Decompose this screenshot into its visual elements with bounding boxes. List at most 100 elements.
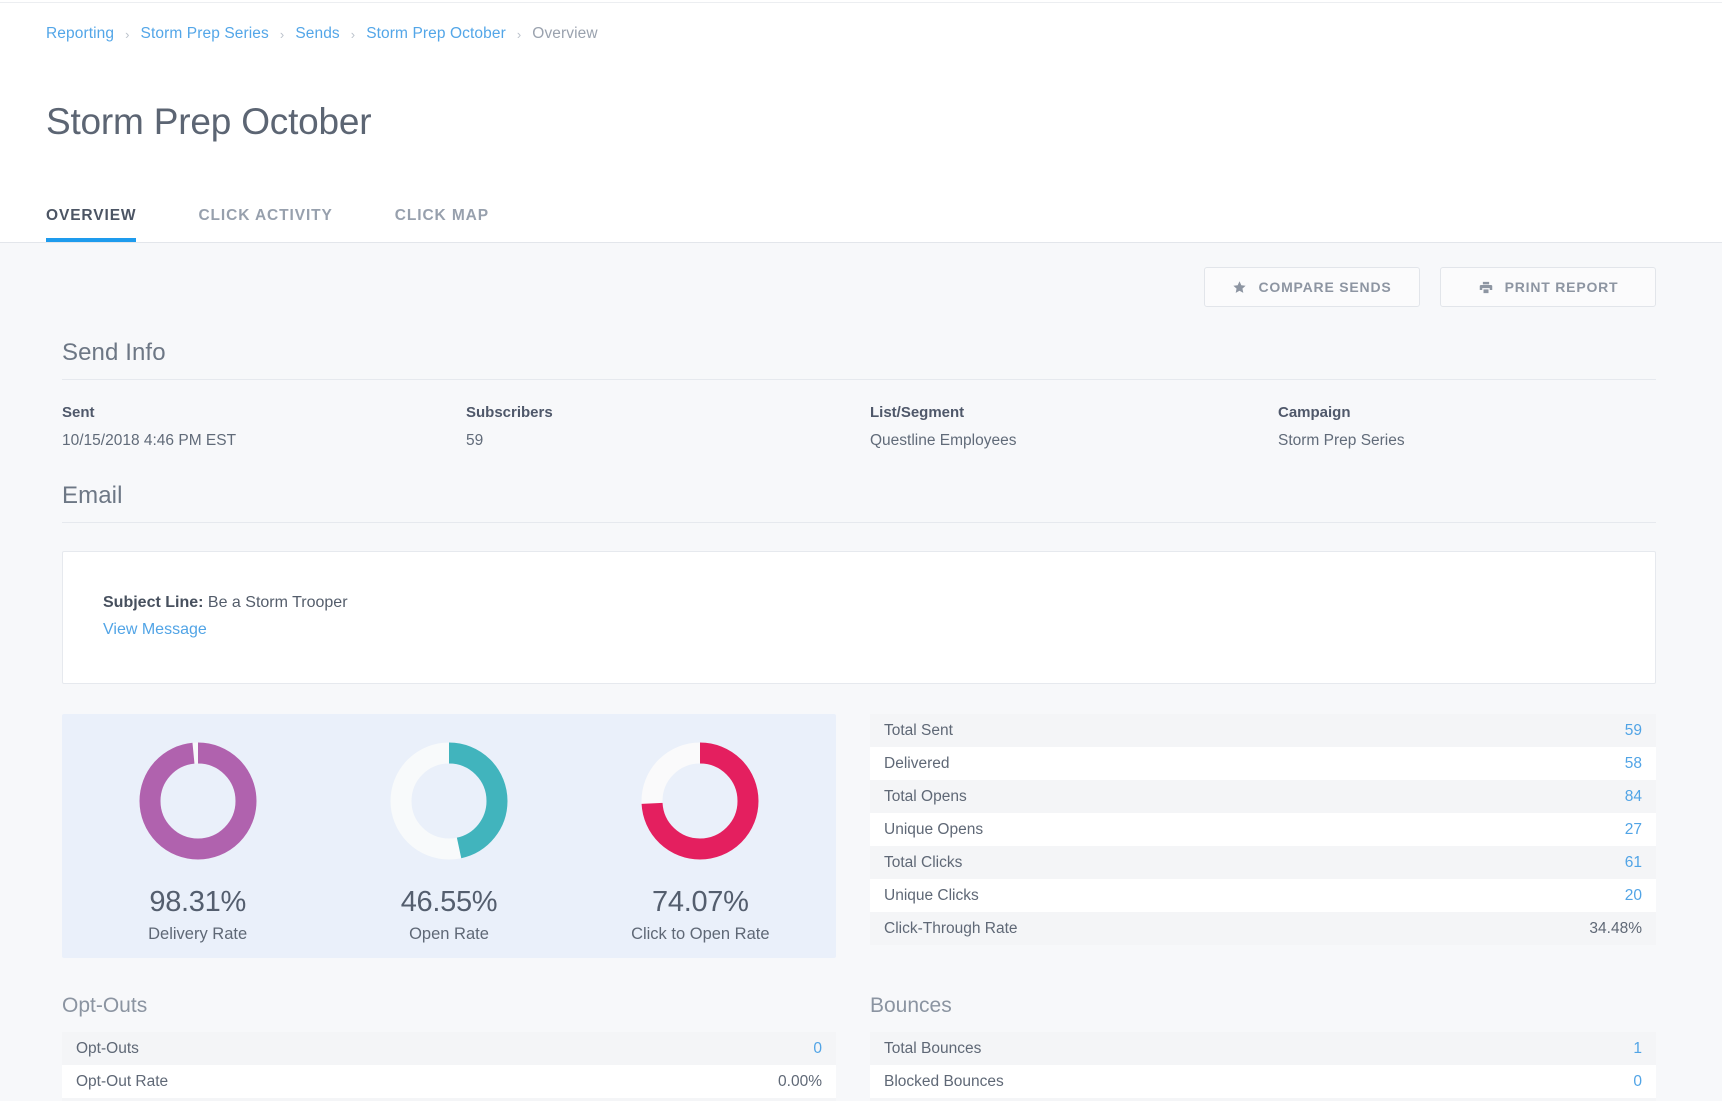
opt-outs-section: Opt-Outs Opt-Outs0Opt-Out Rate0.00%Spam … [62, 994, 836, 1101]
subject-line-value: Be a Storm Trooper [207, 594, 348, 612]
opt-outs-table: Opt-Outs0Opt-Out Rate0.00%Spam Complaint… [62, 1032, 836, 1101]
content-section: Send Info Sent 10/15/2018 4:46 PM EST Subs… [0, 307, 1722, 1101]
stats-row: Total Clicks 61 [870, 846, 1656, 880]
star-icon [1232, 280, 1247, 295]
bounces-row: Blocked Bounces 0 [870, 1065, 1656, 1099]
send-info-field: Subscribers 59 [466, 404, 870, 450]
breadcrumb: Reporting › Storm Prep Series › Sends › Storm … [0, 3, 1722, 43]
bounces-heading: Bounces [870, 994, 952, 1018]
stats-row: Delivered 58 [870, 747, 1656, 781]
stat-value[interactable]: 59 [1394, 714, 1656, 747]
email-card: Subject Line: Be a Storm Trooper View Me… [62, 551, 1656, 685]
send-info-value: Storm Prep Series [1278, 432, 1405, 450]
print-report-button[interactable]: PRINT REPORT [1440, 267, 1656, 308]
breadcrumb-item-storm-prep-october[interactable]: Storm Prep October [366, 25, 506, 43]
stat-value: 0.00% [778, 1072, 822, 1090]
tab-overview[interactable]: OVERVIEW [46, 207, 137, 243]
stat-label: Blocked Bounces [884, 1072, 1004, 1090]
tab-click-activity[interactable]: CLICK ACTIVITY [198, 207, 332, 242]
send-info-value: Questline Employees [870, 432, 1017, 450]
stat-label: Total Clicks [884, 853, 963, 871]
bounces-table: Total Bounces1Blocked Bounces0Hard Bounc… [870, 1032, 1656, 1101]
breadcrumb-separator: › [125, 26, 130, 42]
stat-value[interactable]: 0 [1500, 1065, 1656, 1098]
stat-value[interactable]: 58 [1394, 747, 1656, 780]
stat-label: Click-Through Rate [884, 919, 1018, 937]
subject-line-label: Subject Line: [103, 594, 204, 612]
breadcrumb-item-overview: Overview [532, 25, 598, 42]
donut-label: Open Rate [409, 924, 489, 943]
stats-row: Click-Through Rate 34.48% [870, 912, 1656, 946]
bounces-section: Bounces Total Bounces1Blocked Bounces0Ha… [870, 994, 1656, 1101]
stat-label: Opt-Outs [76, 1039, 139, 1057]
subject-line: Subject Line: Be a Storm Trooper [103, 594, 1615, 612]
stat-value[interactable]: 61 [1394, 846, 1656, 879]
view-message-link[interactable]: View Message [103, 621, 207, 639]
donut-value: 74.07% [652, 885, 749, 918]
send-info-field: Campaign Storm Prep Series [1278, 404, 1656, 450]
tab-click-map[interactable]: CLICK MAP [395, 207, 489, 242]
report-page: Reporting › Storm Prep Series › Sends › Storm … [0, 0, 1722, 1101]
send-info-label: Subscribers [466, 404, 553, 422]
send-info-value: 59 [466, 432, 484, 450]
stat-label: Delivered [884, 754, 950, 772]
stat-value[interactable]: 20 [1394, 879, 1656, 912]
page-body: COMPARE SENDS PRINT REPORT Send Info Sen… [0, 243, 1722, 1101]
bottom-row: Opt-Outs Opt-Outs0Opt-Out Rate0.00%Spam … [62, 994, 1656, 1101]
send-info-label: List/Segment [870, 404, 965, 422]
stats-row: Unique Clicks 20 [870, 879, 1656, 913]
donut-chart-panel: 98.31% Delivery Rate 46.55% Open Rate 74.07%… [62, 714, 836, 959]
breadcrumb-separator: › [350, 26, 356, 42]
stats-row: Unique Opens 27 [870, 813, 1656, 847]
donut-label: Delivery Rate [148, 924, 248, 943]
donut-label: Click to Open Rate [631, 924, 770, 943]
opt-outs-heading: Opt-Outs [62, 994, 148, 1018]
donut-value: 46.55% [400, 885, 498, 918]
breadcrumb-item-sends[interactable]: Sends [295, 25, 339, 43]
breadcrumb-item-reporting[interactable]: Reporting [46, 25, 114, 43]
stat-label: Total Bounces [884, 1039, 982, 1057]
donut-metric: 98.31% Delivery Rate [88, 733, 308, 944]
stat-label: Total Opens [884, 787, 967, 805]
donut-chart [88, 733, 308, 869]
donut-value: 98.31% [149, 885, 246, 918]
page-title: Storm Prep October [46, 100, 372, 142]
stats-table-wrap: Total Sent 59 Delivered 58 Total Opens 84 Uniq… [870, 714, 1656, 958]
stats-table: Total Sent 59 Delivered 58 Total Opens 84 Uniq… [870, 714, 1656, 946]
opt-outs-row: Opt-Out Rate 0.00% [62, 1065, 836, 1099]
compare-sends-label: COMPARE SENDS [1258, 279, 1392, 296]
send-info-value: 10/15/2018 4:46 PM EST [62, 432, 237, 450]
donut-chart [590, 733, 810, 869]
send-info-field: Sent 10/15/2018 4:46 PM EST [62, 404, 466, 450]
donut-metric: 46.55% Open Rate [339, 733, 559, 944]
breadcrumb-separator: › [516, 26, 522, 42]
stat-label: Unique Opens [884, 820, 984, 838]
email-heading: Email [62, 450, 1656, 524]
donut-metric: 74.07% Click to Open Rate [590, 733, 810, 944]
metrics-row: 98.31% Delivery Rate 46.55% Open Rate 74.07%… [62, 714, 1656, 959]
breadcrumb-item-storm-prep-series[interactable]: Storm Prep Series [141, 25, 269, 43]
send-info-label: Campaign [1278, 404, 1351, 422]
stat-value[interactable]: 0 [585, 1032, 836, 1065]
report-actions: COMPARE SENDS PRINT REPORT [0, 243, 1722, 308]
tab-bar: OVERVIEW CLICK ACTIVITY CLICK MAP [0, 167, 1722, 243]
stat-value: 34.48% [1589, 919, 1642, 937]
compare-sends-button[interactable]: COMPARE SENDS [1204, 267, 1420, 308]
bounces-row: Total Bounces 1 [870, 1032, 1656, 1066]
stat-value[interactable]: 84 [1394, 780, 1656, 813]
page-header: Reporting › Storm Prep Series › Sends › Storm … [0, 3, 1722, 244]
stat-label: Unique Clicks [884, 886, 979, 904]
print-report-label: PRINT REPORT [1504, 279, 1619, 296]
stats-row: Total Opens 84 [870, 780, 1656, 814]
stat-value[interactable]: 27 [1394, 813, 1656, 846]
stats-row: Total Sent 59 [870, 714, 1656, 748]
send-info-heading: Send Info [62, 307, 1656, 381]
send-info-field: List/Segment Questline Employees [870, 404, 1278, 450]
stat-label: Total Sent [884, 721, 953, 739]
send-info-grid: Sent 10/15/2018 4:46 PM EST Subscribers 59 L… [62, 380, 1656, 450]
printer-icon [1478, 280, 1494, 295]
stat-value[interactable]: 1 [1500, 1032, 1656, 1065]
send-info-label: Sent [62, 404, 95, 422]
stat-label: Opt-Out Rate [76, 1072, 169, 1090]
breadcrumb-separator: › [279, 26, 285, 42]
